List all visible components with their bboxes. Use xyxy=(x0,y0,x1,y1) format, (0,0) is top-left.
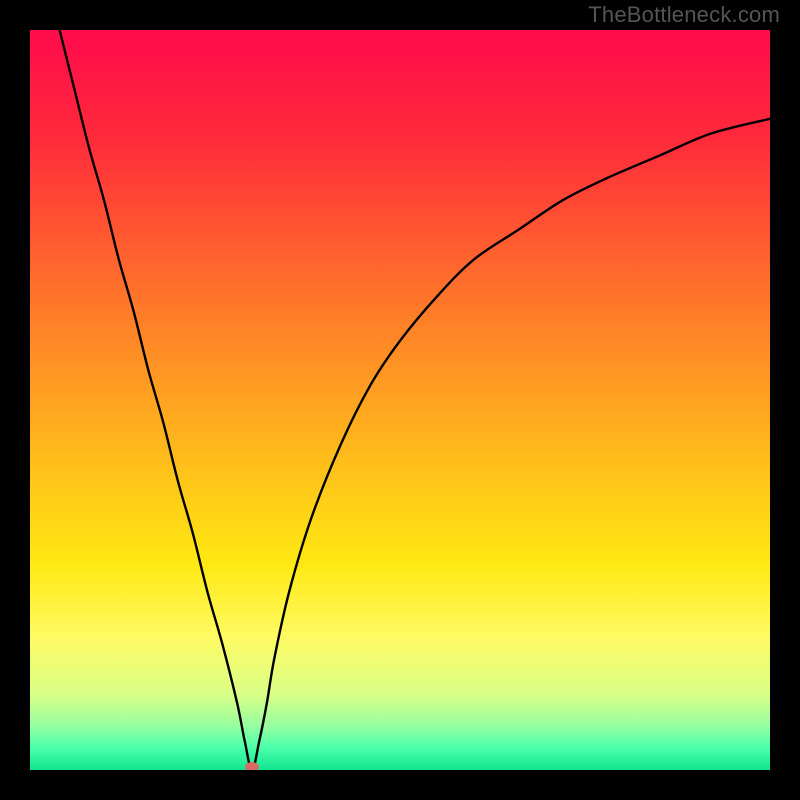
plot-area xyxy=(30,30,770,770)
chart-svg xyxy=(30,30,770,770)
gradient-background xyxy=(30,30,770,770)
watermark-text: TheBottleneck.com xyxy=(588,2,780,28)
chart-frame: TheBottleneck.com xyxy=(0,0,800,800)
